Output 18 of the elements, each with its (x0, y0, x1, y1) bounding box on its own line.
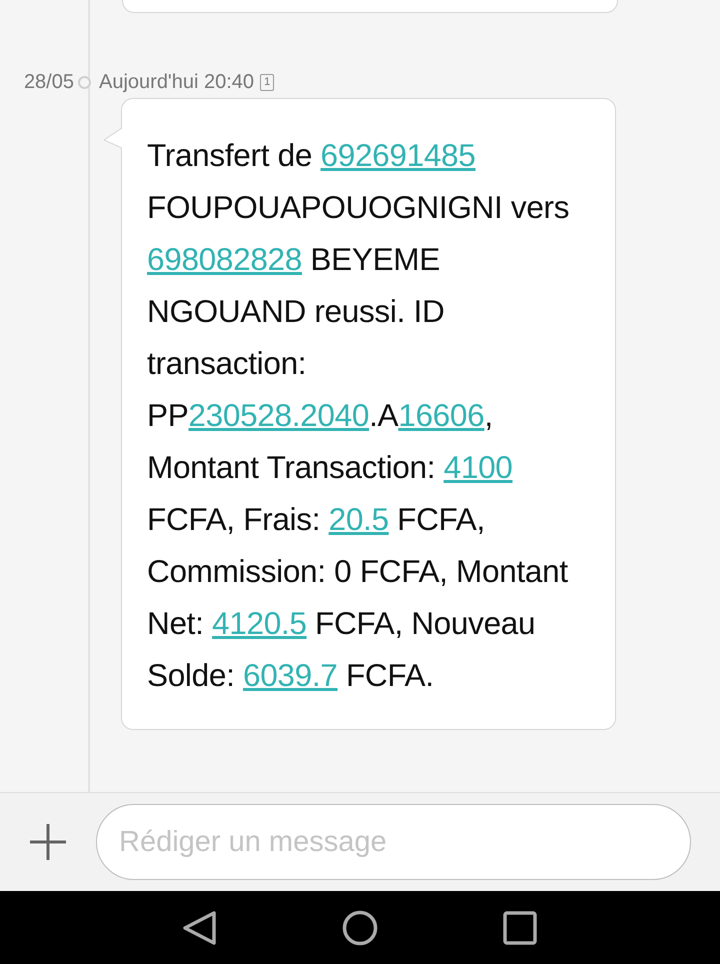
timestamp: Aujourd'hui 20:40 (99, 70, 254, 94)
date-label: 28/05 (22, 70, 74, 94)
number-link[interactable]: 4100 (444, 449, 513, 485)
add-icon[interactable] (30, 824, 66, 860)
home-icon[interactable] (342, 910, 378, 946)
number-link[interactable]: 16606 (398, 397, 484, 433)
recents-icon[interactable] (502, 910, 538, 946)
back-icon[interactable] (182, 910, 218, 946)
number-link[interactable]: 698082828 (147, 241, 302, 277)
number-link[interactable]: 230528.2040 (188, 397, 370, 433)
message-input[interactable]: Rédiger un message (96, 804, 691, 880)
number-link[interactable]: 20.5 (328, 501, 389, 537)
timeline-dot (78, 76, 91, 88)
number-link[interactable]: 692691485 (320, 137, 476, 173)
number-link[interactable]: 6039.7 (242, 657, 338, 693)
message-text: Transfert de 692691485 FOUPOUAPOUOGNIGNI vers 698082828 BEYEME NGOUAND reussi. ID transaction: PP230528.2040.A16606, Montant Transaction: 4100 FCFA, Frais: 20.5 FCFA, Commission: 0 FCFA, Montant Net: 4120.5 FCFA, Nouveau Solde: 6039.7 FCFA. (147, 136, 570, 695)
number-link[interactable]: 4120.5 (212, 605, 307, 641)
sim-badge: 1 (260, 74, 274, 90)
